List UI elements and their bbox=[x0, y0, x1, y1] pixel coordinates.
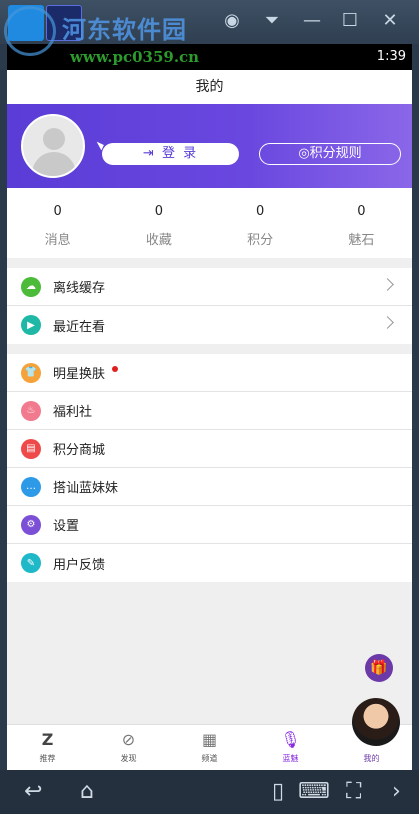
menu-item-label: 离线缓存 bbox=[53, 281, 106, 296]
chevron-right-icon[interactable]: › bbox=[392, 779, 401, 805]
menu-item-label: 福利社 bbox=[53, 405, 93, 420]
tab-label: 推荐 bbox=[39, 754, 56, 763]
coins-icon: ◎ bbox=[298, 146, 310, 161]
bottom-tab-bar: Z 推荐 ⊘ 发现 ▦ 频道 🎙 蓝魅 我的 bbox=[7, 724, 412, 770]
chevron-right-icon bbox=[381, 316, 394, 329]
points-rules-label: 积分规则 bbox=[309, 146, 362, 161]
microphone-icon: 🎙 bbox=[280, 730, 301, 749]
tab-label: 频道 bbox=[201, 754, 218, 763]
watermark-logo bbox=[4, 6, 56, 56]
compass-icon: ⊘ bbox=[121, 730, 136, 749]
phone-orientation-icon[interactable]: ▯ bbox=[272, 779, 284, 805]
menu-item-points-mall[interactable]: ▤ 积分商城 bbox=[7, 430, 412, 468]
celebrity-avatar bbox=[352, 698, 400, 746]
points-rules-button[interactable]: ◎积分规则 bbox=[259, 143, 401, 165]
login-icon: ⇥ bbox=[142, 146, 162, 161]
menu-item-label: 用户反馈 bbox=[53, 557, 106, 573]
menu-group-features: 👕 明星换肤 ♨ 福利社 ▤ 积分商城 … 搭讪蓝妹妹 ⚙ 设置 ✎ 用户反馈 bbox=[7, 354, 412, 582]
keyboard-icon[interactable]: ⌨ bbox=[298, 779, 330, 805]
cloud-icon: ☁ bbox=[21, 276, 41, 297]
watermark-url: www.pc0359.cn bbox=[70, 48, 200, 66]
tab-label: 发现 bbox=[120, 754, 137, 763]
tab-recommend[interactable]: Z 推荐 bbox=[7, 725, 88, 770]
new-badge bbox=[112, 365, 119, 372]
menu-item-label: 积分商城 bbox=[53, 443, 106, 458]
stat-messages[interactable]: 0 消息 bbox=[7, 188, 108, 258]
status-bar: 1:39 bbox=[7, 44, 412, 70]
gift-icon[interactable]: 🎁 bbox=[365, 654, 393, 682]
fullscreen-icon[interactable]: ⛶ bbox=[346, 779, 361, 805]
menu-item-label: 搭讪蓝妹妹 bbox=[53, 481, 119, 496]
user-circle-icon[interactable]: ◉ bbox=[220, 9, 244, 33]
stat-label: 积分 bbox=[247, 233, 274, 248]
stat-value: 0 bbox=[255, 204, 265, 219]
minimize-icon[interactable]: — bbox=[300, 9, 324, 33]
maximize-icon[interactable]: ☐ bbox=[338, 9, 362, 33]
avatar[interactable] bbox=[21, 114, 85, 178]
back-icon[interactable]: ↩ bbox=[24, 779, 42, 805]
phone-screen: 1:39 我的 ⇥ 登 录 ◎积分规则 0 消息 0 收藏 0 积分 0 魅石 … bbox=[7, 44, 412, 770]
play-icon: ▶ bbox=[21, 315, 41, 335]
gear-icon: ⚙ bbox=[21, 514, 41, 535]
menu-item-offline-cache[interactable]: ☁ 离线缓存 bbox=[7, 268, 412, 306]
stat-value: 0 bbox=[154, 204, 164, 219]
stat-label: 收藏 bbox=[145, 233, 172, 248]
stat-points[interactable]: 0 积分 bbox=[210, 188, 311, 258]
z-logo-icon: Z bbox=[41, 730, 54, 749]
edit-icon: ✎ bbox=[21, 553, 41, 573]
status-time: 1:39 bbox=[376, 49, 406, 64]
menu-group-media: ☁ 离线缓存 ▶ 最近在看 bbox=[7, 268, 412, 344]
stats-bar: 0 消息 0 收藏 0 积分 0 魅石 bbox=[7, 188, 412, 258]
stat-value: 0 bbox=[53, 204, 62, 219]
stat-label: 魅石 bbox=[348, 233, 375, 248]
android-nav-bar: ↩ ⌂ ▯ ⌨ ⛶ › bbox=[0, 770, 419, 814]
avatar-head bbox=[43, 128, 65, 150]
menu-item-label: 明星换肤 bbox=[53, 367, 106, 382]
tab-label: 蓝魅 bbox=[282, 754, 299, 763]
menu-item-settings[interactable]: ⚙ 设置 bbox=[7, 506, 412, 544]
menu-item-feedback[interactable]: ✎ 用户反馈 bbox=[7, 544, 412, 582]
menu-item-recently-watched[interactable]: ▶ 最近在看 bbox=[7, 306, 412, 344]
home-icon[interactable]: ⌂ bbox=[80, 779, 94, 805]
shirt-icon: 👕 bbox=[21, 362, 41, 383]
menu-item-welfare[interactable]: ♨ 福利社 bbox=[7, 392, 412, 430]
login-button[interactable]: ⇥ 登 录 bbox=[94, 141, 239, 165]
tab-label: 我的 bbox=[363, 754, 380, 763]
triangle-down-icon[interactable]: ⏷ bbox=[260, 9, 284, 33]
page-title: 我的 bbox=[7, 70, 412, 104]
speech-tail bbox=[94, 141, 104, 151]
stat-charm-stones[interactable]: 0 魅石 bbox=[311, 188, 412, 258]
watermark-text: 河东软件园 bbox=[62, 15, 187, 44]
chevron-right-icon bbox=[381, 278, 394, 291]
avatar-body bbox=[32, 152, 76, 176]
chat-icon: … bbox=[21, 476, 41, 497]
login-label: 登 录 bbox=[161, 146, 199, 161]
store-icon: ▤ bbox=[21, 438, 41, 459]
menu-item-label: 设置 bbox=[53, 519, 80, 534]
profile-banner: ⇥ 登 录 ◎积分规则 bbox=[7, 104, 412, 188]
stat-favorites[interactable]: 0 收藏 bbox=[108, 188, 209, 258]
menu-item-chat-lanmeimei[interactable]: … 搭讪蓝妹妹 bbox=[7, 468, 412, 506]
gift-bag-icon: ♨ bbox=[21, 400, 41, 421]
emulator-title-bar: 河东软件园 ◉ ⏷ — ☐ ✕ bbox=[0, 0, 419, 44]
tab-discover[interactable]: ⊘ 发现 bbox=[88, 725, 169, 770]
menu-item-label: 最近在看 bbox=[53, 319, 106, 335]
tab-lanmei[interactable]: 🎙 蓝魅 bbox=[250, 725, 331, 770]
menu-item-star-skins[interactable]: 👕 明星换肤 bbox=[7, 354, 412, 392]
stat-value: 0 bbox=[357, 204, 366, 219]
tab-channels[interactable]: ▦ 频道 bbox=[169, 725, 250, 770]
close-icon[interactable]: ✕ bbox=[378, 9, 402, 33]
grid-icon: ▦ bbox=[201, 730, 218, 749]
stat-label: 消息 bbox=[44, 233, 71, 248]
